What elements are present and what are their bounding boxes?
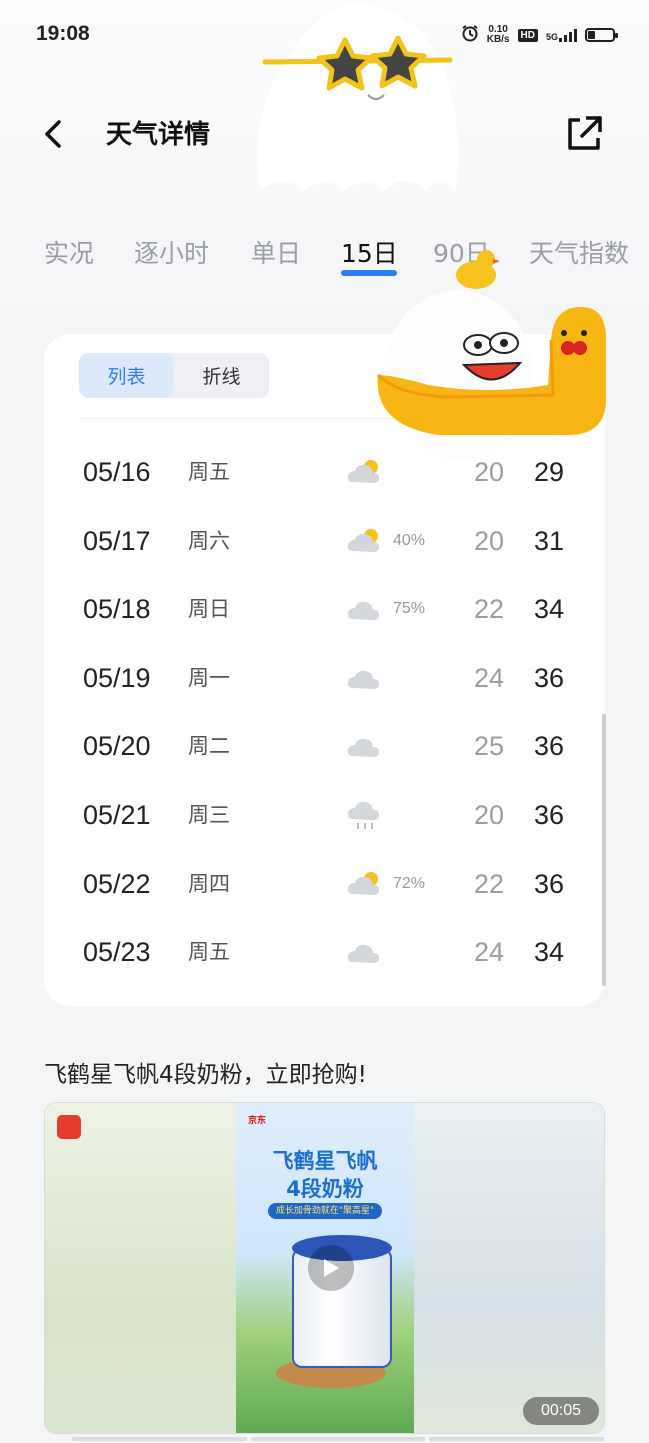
line-chart-view-button[interactable]: 折线 (174, 353, 269, 398)
temp-high: 34 (533, 594, 565, 625)
view-toggle: 列表 折线 (79, 353, 269, 398)
carousel-dot (250, 1437, 426, 1441)
partly-cloudy-icon (347, 456, 383, 488)
forecast-weekday: 周四 (188, 871, 230, 896)
status-icons: 0.10 KB/s HD 5G (461, 24, 618, 46)
battery-icon (585, 28, 618, 42)
forecast-row[interactable]: 05/17 周六 40% 20 31 (44, 511, 605, 571)
cloudy-icon (347, 730, 383, 762)
forecast-date: 05/22 (83, 868, 151, 899)
temp-low: 22 (473, 594, 505, 625)
forecast-weekday: 周一 (188, 665, 230, 690)
scrollbar[interactable] (602, 714, 606, 986)
precip-chance: 75% (393, 600, 426, 618)
forecast-date: 05/21 (83, 800, 151, 830)
forecast-row[interactable]: 05/19 周一 24 36 (44, 648, 605, 708)
temp-high: 31 (533, 525, 565, 556)
ghost-mascot-icon (257, 4, 459, 191)
temp-high: 36 (533, 662, 565, 693)
share-button[interactable] (562, 112, 606, 156)
forecast-date: 05/17 (83, 525, 151, 556)
temp-low: 20 (473, 800, 505, 830)
forecast-date: 05/19 (83, 662, 151, 693)
temp-low: 25 (473, 731, 505, 762)
cloudy-icon (347, 662, 383, 694)
page-title: 天气详情 (106, 120, 211, 150)
carousel-indicator (72, 1437, 605, 1441)
back-chevron-icon (45, 120, 61, 148)
poster-brand: 京东 (248, 1116, 267, 1126)
temp-low: 24 (473, 662, 505, 693)
temp-low: 22 (473, 868, 505, 899)
forecast-row[interactable]: 05/18 周日 75% 22 34 (44, 579, 605, 639)
forecast-weekday: 周二 (188, 734, 230, 759)
status-time: 19:08 (36, 22, 90, 45)
tab-realtime[interactable]: 实况 (44, 234, 94, 270)
forecast-weekday: 周六 (188, 528, 230, 553)
forecast-row[interactable]: 05/22 周四 72% 22 36 (44, 854, 605, 914)
list-view-button[interactable]: 列表 (79, 353, 174, 398)
rain-icon (347, 799, 383, 831)
temp-low: 24 (473, 937, 505, 968)
poster-title-line2: 4段奶粉 (286, 1177, 364, 1201)
carousel-dot (429, 1437, 605, 1441)
signal-label: 5G (545, 32, 558, 42)
forecast-row[interactable]: 05/21 周三 20 36 (44, 785, 605, 845)
battery-fill (588, 31, 595, 39)
ad-blur-left (45, 1103, 237, 1433)
play-button[interactable] (308, 1245, 354, 1291)
tab-daily[interactable]: 单日 (251, 234, 301, 270)
precip-chance: 40% (393, 531, 426, 549)
carousel-dot (72, 1437, 247, 1441)
hd-badge: HD (517, 28, 538, 42)
ad-app-logo-icon (57, 1115, 81, 1139)
poster-slogan: 成长加骨劲就在"聚高星" (268, 1203, 382, 1219)
forecast-row[interactable]: 05/23 周五 24 34 (44, 922, 605, 982)
temp-high: 34 (533, 937, 565, 968)
forecast-row[interactable]: 05/20 周二 25 36 (44, 716, 605, 776)
forecast-date: 05/16 (83, 457, 151, 487)
temp-low: 20 (473, 525, 505, 556)
forecast-weekday: 周日 (188, 597, 230, 622)
share-external-icon (568, 116, 602, 150)
ad-title[interactable]: 飞鹤星飞帆4段奶粉，立即抢购! (44, 1055, 367, 1089)
back-button[interactable] (36, 112, 70, 156)
tab-hourly[interactable]: 逐小时 (134, 234, 209, 270)
forecast-weekday: 周三 (188, 803, 230, 827)
forecast-date: 05/23 (83, 937, 151, 968)
video-duration: 00:05 (523, 1397, 599, 1425)
partly-cloudy-icon (347, 525, 383, 557)
partly-cloudy-icon (347, 868, 383, 900)
cloudy-icon (347, 593, 383, 625)
temp-high: 36 (533, 800, 565, 830)
duck-float-mascot-icon (376, 250, 607, 460)
cloudy-icon (347, 936, 383, 968)
forecast-date: 05/18 (83, 594, 151, 625)
poster-title-line1: 飞鹤星飞帆 (272, 1149, 378, 1173)
forecast-weekday: 周五 (188, 460, 230, 484)
ad-video[interactable]: 京东 飞鹤星飞帆 4段奶粉 成长加骨劲就在"聚高星" 00:05 (44, 1102, 605, 1434)
net-speed-unit: KB/s (486, 34, 510, 45)
forecast-weekday: 周五 (188, 940, 230, 965)
precip-chance: 72% (393, 874, 426, 892)
play-icon (324, 1259, 339, 1277)
signal-icon: 5G (546, 28, 577, 42)
temp-high: 36 (533, 868, 565, 899)
temp-high: 36 (533, 731, 565, 762)
forecast-date: 05/20 (83, 731, 151, 762)
ad-blur-right (412, 1103, 604, 1433)
net-speed: 0.10 KB/s (487, 25, 510, 45)
